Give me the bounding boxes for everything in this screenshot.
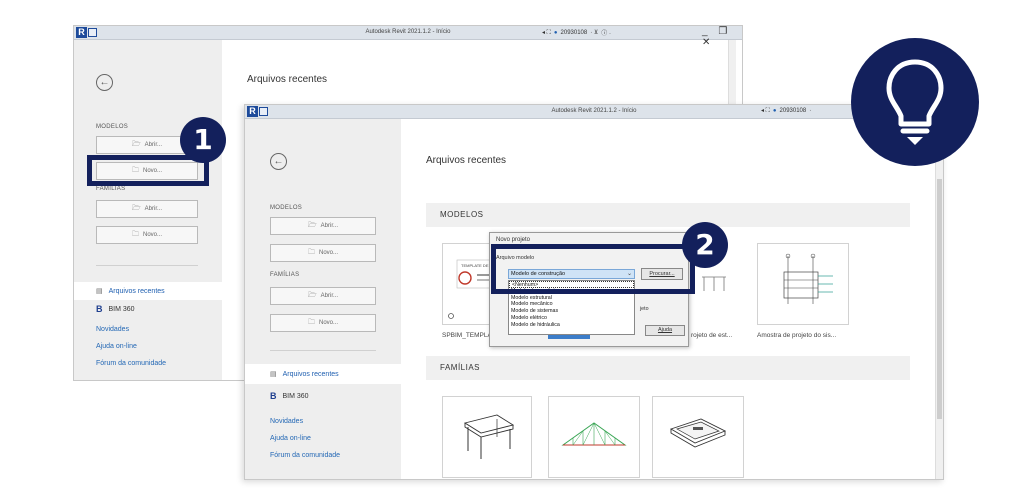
truss-icon bbox=[561, 422, 627, 446]
family-thumbnail-table[interactable] bbox=[442, 396, 532, 478]
bim360-icon: B bbox=[270, 391, 277, 401]
folder-open-icon: 🗁 bbox=[131, 140, 141, 148]
svg-text:TEMPLATE DE: TEMPLATE DE bbox=[461, 263, 489, 268]
scrollbar-thumb[interactable] bbox=[937, 179, 942, 419]
section-label-modelos: MODELOS bbox=[270, 205, 303, 211]
window-title: Autodesk Revit 2021.1.2 - Início bbox=[551, 108, 637, 114]
section-modelos: MODELOS bbox=[426, 203, 910, 227]
divider bbox=[96, 265, 198, 266]
sidebar: ← MODELOS 🗁 Abrir... 🗀 Novo... FAMÍLIAS 🗁 A… bbox=[245, 119, 401, 479]
user-id: 20930108 bbox=[560, 29, 588, 36]
window-title: Autodesk Revit 2021.1.2 - Início bbox=[365, 29, 451, 35]
page-title: Arquivos recentes bbox=[247, 74, 328, 85]
dialog-title: Novo projeto bbox=[496, 237, 531, 243]
list-item[interactable]: Modelo de hidráulica bbox=[509, 322, 634, 329]
abrir-modelo-button[interactable]: 🗁 Abrir... bbox=[270, 217, 376, 235]
cart-icon[interactable]: · ⊻ bbox=[590, 29, 598, 36]
link-forum[interactable]: Fórum da comunidade bbox=[270, 452, 340, 459]
model-thumbnail-sistemas[interactable] bbox=[757, 243, 849, 325]
novo-familia-button[interactable]: 🗀 Novo... bbox=[270, 314, 376, 332]
nav-arquivos-recentes[interactable]: ▤ Arquivos recentes bbox=[245, 364, 401, 384]
window-controls[interactable]: _ ❐ ✕ bbox=[702, 26, 742, 48]
nav-bim360[interactable]: B BIM 360 bbox=[96, 304, 135, 314]
ok-button-edge[interactable] bbox=[548, 335, 590, 339]
title-bar: R Autodesk Revit 2021.1.2 - Início ◂ ⛶ ●… bbox=[245, 105, 943, 119]
user-icon: ● bbox=[772, 108, 777, 114]
abrir-familia-button[interactable]: 🗁 Abrir... bbox=[270, 287, 376, 305]
back-arrow-icon[interactable]: ← bbox=[270, 153, 287, 170]
highlight-template-field bbox=[491, 244, 695, 294]
link-ajuda[interactable]: Ajuda on-line bbox=[96, 343, 137, 350]
lightbulb-icon bbox=[886, 59, 944, 145]
back-arrow-icon[interactable]: ← bbox=[96, 74, 113, 91]
table-icon bbox=[463, 414, 515, 459]
folder-open-icon: 🗁 bbox=[307, 221, 317, 229]
list-item[interactable]: Modelo mecânico bbox=[509, 301, 634, 308]
list-item[interactable]: Modelo estrutural bbox=[509, 295, 634, 302]
user-id: 20930108 bbox=[779, 108, 807, 114]
title-bar: R Autodesk Revit 2021.1.2 - Início ◂ ⛶ ●… bbox=[74, 26, 742, 48]
ajuda-button[interactable]: Ajuda bbox=[645, 325, 685, 336]
folder-icon: 🗀 bbox=[131, 230, 139, 238]
novo-familia-button[interactable]: 🗀 Novo... bbox=[96, 226, 198, 244]
binoculars-icon[interactable]: ◂ ⛶ bbox=[761, 107, 770, 115]
family-thumbnail-truss[interactable] bbox=[548, 396, 640, 478]
sidebar: ← MODELOS 🗁 Abrir... 🗀 Novo... FAMÍLIAS 🗁 A… bbox=[74, 40, 222, 380]
link-novidades[interactable]: Novidades bbox=[270, 418, 303, 425]
link-forum[interactable]: Fórum da comunidade bbox=[96, 360, 166, 367]
novo-modelo-button[interactable]: 🗀 Novo... bbox=[270, 244, 376, 262]
family-thumbnail-box[interactable] bbox=[652, 396, 744, 478]
bim360-icon: B bbox=[96, 304, 103, 314]
section-label-modelos: MODELOS bbox=[96, 124, 129, 130]
section-familias: FAMÍLIAS bbox=[426, 356, 910, 380]
list-item[interactable]: Modelo elétrico bbox=[509, 315, 634, 322]
scrollbar[interactable] bbox=[935, 119, 943, 479]
recent-files-icon: ▤ bbox=[270, 371, 277, 378]
divider bbox=[270, 350, 376, 351]
recent-files-icon: ▤ bbox=[96, 288, 103, 295]
help-icon[interactable]: ⓘ · bbox=[601, 28, 611, 37]
link-novidades[interactable]: Novidades bbox=[96, 326, 129, 333]
thumbnail-caption: SPBIM_TEMPLA bbox=[442, 332, 492, 339]
link-ajuda[interactable]: Ajuda on-line bbox=[270, 435, 311, 442]
section-label-familias: FAMÍLIAS bbox=[270, 272, 300, 278]
structure-preview-icon bbox=[702, 276, 726, 291]
folder-open-icon: 🗁 bbox=[307, 291, 317, 299]
folder-icon: 🗀 bbox=[307, 248, 315, 256]
section-label-familias: FAMÍLIAS bbox=[96, 186, 126, 192]
nav-bim360[interactable]: B BIM 360 bbox=[270, 391, 309, 401]
thumbnail-caption: rojeto de est... bbox=[691, 332, 733, 339]
folder-open-icon: 🗁 bbox=[131, 204, 141, 212]
step-badge-2: 2 bbox=[682, 222, 728, 268]
user-icon: ● bbox=[553, 29, 558, 36]
building-section-icon bbox=[783, 253, 833, 304]
cart-icon[interactable]: · bbox=[809, 108, 811, 114]
binoculars-icon[interactable]: ◂ ⛶ bbox=[542, 29, 551, 37]
folder-icon: 🗀 bbox=[307, 318, 315, 326]
box-icon bbox=[669, 418, 727, 448]
nav-arquivos-recentes[interactable]: ▤ Arquivos recentes bbox=[74, 282, 222, 300]
abrir-familia-button[interactable]: 🗁 Abrir... bbox=[96, 200, 198, 218]
step-badge-1: 1 bbox=[180, 117, 226, 163]
list-item[interactable]: Modelo de sistemas bbox=[509, 308, 634, 315]
lightbulb-badge bbox=[851, 38, 979, 166]
projeto-option-label[interactable]: jeto bbox=[640, 306, 649, 312]
page-title: Arquivos recentes bbox=[426, 155, 507, 166]
thumbnail-caption: Amostra de projeto do sis... bbox=[757, 332, 837, 339]
